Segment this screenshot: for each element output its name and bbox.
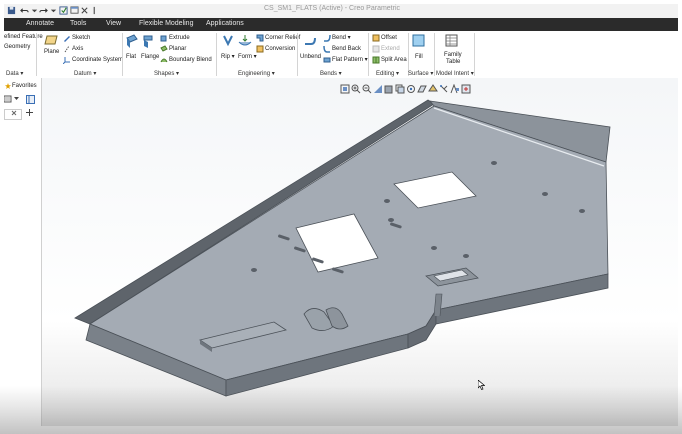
- graphics-viewport[interactable]: [42, 78, 678, 426]
- redo-dropdown-icon[interactable]: [49, 6, 58, 15]
- bend-back-button[interactable]: Bend Back: [332, 46, 361, 53]
- rip-icon[interactable]: [222, 34, 234, 48]
- tab-tools[interactable]: Tools: [70, 20, 86, 27]
- extend-icon: [372, 45, 380, 53]
- flange-icon[interactable]: [142, 34, 154, 48]
- rip-button-label[interactable]: Rip ▾: [221, 54, 235, 61]
- windows-icon[interactable]: [70, 6, 79, 15]
- form-icon[interactable]: [238, 34, 252, 48]
- extend-button[interactable]: Extend: [381, 46, 400, 53]
- sketch-icon[interactable]: [63, 34, 71, 42]
- bend-button[interactable]: Bend ▾: [332, 35, 351, 42]
- fill-button-label[interactable]: Fill: [415, 54, 423, 61]
- regenerate-icon[interactable]: [59, 6, 68, 15]
- bend-back-icon[interactable]: [323, 45, 331, 53]
- group-separator: [297, 33, 298, 76]
- data-group-label[interactable]: Data ▾: [6, 70, 23, 77]
- navigator-panel: Favorites: [4, 78, 42, 426]
- group-separator: [216, 33, 217, 76]
- copy-geometry-button[interactable]: Geometry: [4, 44, 30, 51]
- bends-group-label[interactable]: Bends ▾: [320, 70, 342, 77]
- mouse-cursor-icon: [477, 379, 486, 392]
- corner-relief-icon[interactable]: [256, 34, 264, 42]
- surface-group-label[interactable]: Surface ▾: [408, 70, 433, 77]
- panel-layout-icon[interactable]: [26, 95, 35, 104]
- conversion-button[interactable]: Conversion: [265, 46, 295, 53]
- ribbon: efined Feature Geometry Data ▾ Plane Ske…: [4, 31, 678, 79]
- app-window: CS_SM1_FLATS (Active) - Creo Parametric …: [4, 4, 678, 426]
- flat-pattern-button[interactable]: Flat Pattern ▾: [332, 57, 368, 64]
- ribbon-tab-bar: Annotate Tools View Flexible Modeling Ap…: [4, 18, 678, 31]
- flange-button-label[interactable]: Flange: [141, 54, 159, 61]
- extrude-button[interactable]: Extrude: [169, 35, 190, 42]
- undo-icon[interactable]: [20, 6, 29, 15]
- group-separator: [122, 33, 123, 76]
- plane-button-label[interactable]: Plane: [44, 49, 59, 56]
- tree-view-icon[interactable]: [4, 95, 12, 103]
- tab-flexible-modeling[interactable]: Flexible Modeling: [139, 20, 193, 27]
- group-separator: [36, 33, 37, 76]
- editing-group-label[interactable]: Editing ▾: [376, 70, 399, 77]
- qat-customize-icon[interactable]: [90, 6, 99, 15]
- boundary-blend-button[interactable]: Boundary Blend: [169, 57, 212, 64]
- sheet-metal-part[interactable]: [42, 78, 678, 426]
- tab-view[interactable]: View: [106, 20, 121, 27]
- group-separator: [368, 33, 369, 76]
- unbend-icon[interactable]: [304, 34, 316, 48]
- undo-dropdown-icon[interactable]: [30, 6, 39, 15]
- unbend-button-label[interactable]: Unbend: [300, 54, 321, 61]
- coordinate-system-button[interactable]: Coordinate System: [72, 57, 123, 64]
- offset-icon[interactable]: [372, 34, 380, 42]
- window-title: CS_SM1_FLATS (Active) - Creo Parametric: [264, 5, 401, 12]
- group-separator: [434, 33, 435, 76]
- tab-annotate[interactable]: Annotate: [26, 20, 54, 27]
- redo-icon[interactable]: [39, 6, 48, 15]
- boundary-blend-icon[interactable]: [160, 56, 168, 64]
- bend-icon[interactable]: [323, 34, 331, 42]
- conversion-icon[interactable]: [256, 45, 264, 53]
- quick-access-toolbar: CS_SM1_FLATS (Active) - Creo Parametric: [4, 4, 678, 18]
- datum-group-label[interactable]: Datum ▾: [74, 70, 96, 77]
- split-area-button[interactable]: Split Area: [381, 57, 407, 64]
- tree-view-dropdown-icon[interactable]: [14, 96, 19, 101]
- planar-button[interactable]: Planar: [169, 46, 186, 53]
- form-button-label[interactable]: Form ▾: [238, 54, 257, 61]
- sketch-button[interactable]: Sketch: [72, 35, 90, 42]
- offset-button[interactable]: Offset: [381, 35, 397, 42]
- planar-icon[interactable]: [160, 45, 168, 53]
- axis-icon[interactable]: [63, 45, 71, 53]
- axis-button[interactable]: Axis: [72, 46, 83, 53]
- coordinate-system-icon[interactable]: [63, 56, 71, 64]
- corner-relief-button[interactable]: Corner Relief: [265, 35, 300, 42]
- shapes-group-label[interactable]: Shapes ▾: [154, 70, 179, 77]
- add-filter-icon[interactable]: [26, 109, 33, 116]
- model-intent-group-label[interactable]: Model Intent ▾: [436, 70, 474, 77]
- family-table-icon[interactable]: [445, 34, 458, 47]
- save-icon[interactable]: [7, 6, 16, 15]
- fill-icon[interactable]: [412, 34, 425, 47]
- plane-icon[interactable]: [44, 34, 58, 46]
- group-separator: [474, 33, 475, 76]
- family-table-button-line2[interactable]: Table: [446, 59, 460, 66]
- extrude-icon[interactable]: [160, 34, 168, 42]
- split-area-icon[interactable]: [372, 56, 380, 64]
- flat-pattern-icon[interactable]: [323, 56, 331, 64]
- family-table-button-line1[interactable]: Family: [444, 52, 462, 59]
- favorites-star-icon[interactable]: [5, 83, 11, 89]
- tab-applications[interactable]: Applications: [206, 20, 244, 27]
- engineering-group-label[interactable]: Engineering ▾: [238, 70, 275, 77]
- flat-button-label[interactable]: Flat: [126, 54, 136, 61]
- flat-wall-icon[interactable]: [126, 34, 138, 48]
- clear-search-icon[interactable]: [11, 110, 17, 116]
- favorites-label[interactable]: Favorites: [12, 83, 37, 90]
- close-window-icon[interactable]: [80, 6, 89, 15]
